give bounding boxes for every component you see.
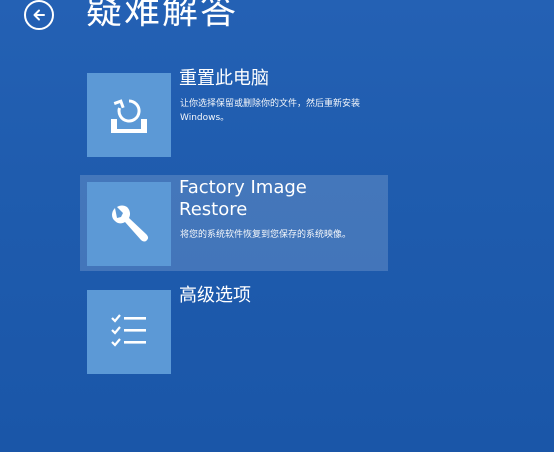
checklist-icon xyxy=(111,314,146,347)
advanced-options-tile xyxy=(87,290,171,374)
reset-pc-icon xyxy=(111,99,147,133)
option-title: Factory Image Restore xyxy=(179,177,307,220)
wrench-icon xyxy=(112,205,149,242)
option-description: 将您的系统软件恢复到您保存的系统映像。 xyxy=(180,230,352,240)
option-advanced[interactable]: 高级选项 xyxy=(80,283,388,379)
option-factory-image-restore[interactable]: Factory Image Restore 将您的系统软件恢复到您保存的系统映像… xyxy=(80,175,388,271)
page-title: 疑难解答 xyxy=(86,0,239,32)
option-description: 让你选择保留或删除你的文件，然后重新安装 Windows。 xyxy=(180,99,361,123)
reset-pc-tile xyxy=(87,73,171,157)
factory-restore-tile xyxy=(87,182,171,266)
back-button[interactable] xyxy=(24,0,54,30)
option-title: 高级选项 xyxy=(179,285,251,306)
arrow-left-circle-icon xyxy=(33,9,45,21)
option-title: 重置此电脑 xyxy=(179,68,269,89)
option-reset-pc[interactable]: 重置此电脑 让你选择保留或删除你的文件，然后重新安装 Windows。 xyxy=(80,66,388,162)
